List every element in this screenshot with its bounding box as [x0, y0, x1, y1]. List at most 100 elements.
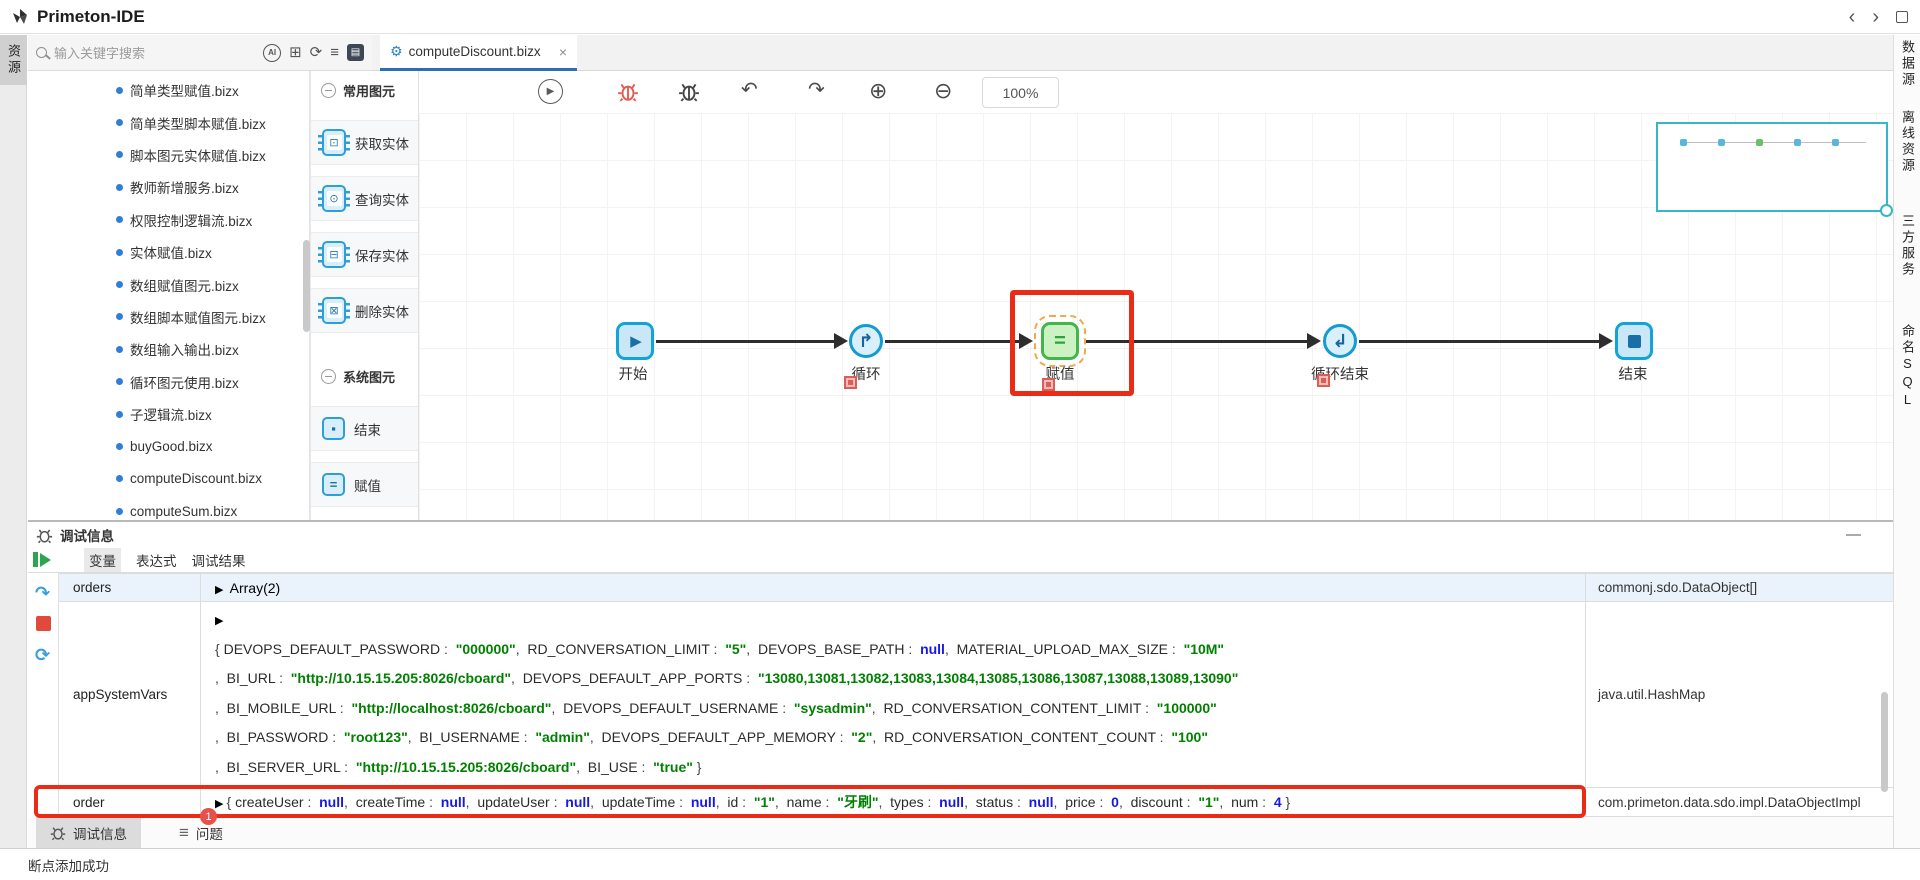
palette-item-label: 结束 [354, 419, 381, 439]
node-start[interactable]: ▶ [616, 322, 654, 360]
problems-badge: 1 [200, 808, 217, 825]
palette-item[interactable]: = 赋值 [311, 462, 418, 507]
tree-item-file[interactable]: 数组脚本赋值图元.bizx [28, 301, 309, 333]
undo-icon[interactable]: ↶ [741, 80, 758, 100]
node-start-label: 开始 [563, 363, 703, 384]
palette-item[interactable]: ⊡ 获取实体 [311, 120, 418, 165]
breakpoint-badge[interactable] [1317, 374, 1330, 387]
bottom-tab-debug-info[interactable]: 调试信息 [36, 817, 141, 848]
new-resource-icon[interactable]: ⊞ [289, 45, 302, 60]
debug-icon[interactable] [678, 79, 700, 103]
tab-variables[interactable]: 变量 [84, 548, 121, 572]
tab-debug-results[interactable]: 调试结果 [192, 550, 246, 570]
sidebar-tab-resources[interactable]: 资源 [0, 35, 27, 85]
collapse-icon[interactable] [321, 369, 336, 384]
minimize-panel-icon[interactable]: — [1846, 526, 1861, 543]
variable-value[interactable]: ▶ Array(2) [201, 574, 1586, 601]
tree-item-file[interactable]: 子逻辑流.bizx [28, 398, 309, 430]
file-bullet-icon [116, 475, 123, 482]
tree-item-file[interactable]: 简单类型脚本赋值.bizx [28, 106, 309, 138]
palette-item[interactable]: ⊠ 删除实体 [311, 288, 418, 333]
sidebar-tab-third-party-services[interactable]: 三方服务 [1894, 214, 1920, 278]
ai-icon[interactable]: AI [263, 44, 281, 62]
gear-icon: ⚙ [390, 43, 403, 60]
zoom-in-icon[interactable]: ⊕ [869, 80, 887, 102]
tree-item-file[interactable]: 权限控制逻辑流.bizx [28, 204, 309, 236]
tab-expressions[interactable]: 表达式 [136, 550, 177, 570]
back-icon[interactable]: ‹ [1849, 7, 1856, 27]
node-end-label: 结束 [1563, 363, 1703, 384]
node-loop-end[interactable]: ↲ [1323, 324, 1357, 358]
minimap[interactable] [1656, 122, 1888, 212]
tree-item-file[interactable]: computeSum.bizx [28, 495, 309, 520]
close-icon[interactable]: × [559, 44, 567, 60]
file-bullet-icon [116, 87, 123, 94]
minimap-node [1718, 139, 1725, 146]
file-bullet-icon [116, 378, 123, 385]
table-row-appSystemVars[interactable]: appSystemVars ▶{ DEVOPS_DEFAULT_PASSWORD… [59, 602, 1893, 788]
tree-scrollbar[interactable] [303, 240, 310, 332]
file-label: 权限控制逻辑流.bizx [130, 210, 252, 230]
table-row-orders[interactable]: orders ▶ Array(2) commonj.sdo.DataObject… [59, 573, 1893, 602]
refresh-icon[interactable]: ⟳ [310, 45, 323, 60]
variable-name: orders [59, 574, 201, 601]
file-bullet-icon [116, 216, 123, 223]
debug-scrollbar[interactable] [1881, 692, 1888, 792]
tree-item-file[interactable]: 循环图元使用.bizx [28, 366, 309, 398]
variable-value[interactable]: ▶{ DEVOPS_DEFAULT_PASSWORD : "000000", R… [201, 602, 1586, 787]
tab-computeDiscount[interactable]: ⚙ computeDiscount.bizx × [380, 35, 577, 71]
stop-icon[interactable] [36, 616, 51, 631]
minimap-resize-handle[interactable] [1880, 204, 1893, 217]
tree-item-file[interactable]: 实体赋值.bizx [28, 236, 309, 268]
tree-item-file[interactable]: 数组赋值图元.bizx [28, 268, 309, 300]
maximize-icon[interactable] [1896, 11, 1908, 23]
debug-tabs: 变量 表达式 调试结果 [28, 548, 1893, 573]
restart-icon[interactable]: ⟳ [35, 646, 50, 664]
title-bar: Primeton-IDE ‹ › [0, 0, 1920, 34]
canvas-toolbar: ▶ ↶ ↷ ⊕ ⊖ 100% [419, 71, 1893, 113]
minimap-node [1680, 139, 1687, 146]
flow-canvas[interactable]: ▶ ↶ ↷ ⊕ ⊖ 100% ▶ 开始 ↱ 循环 = 赋值 ↲ 循环结束 结束 [419, 71, 1893, 520]
manual-icon[interactable]: ▤ [347, 44, 364, 61]
annotation-box-order-row [34, 785, 1586, 818]
file-bullet-icon [116, 184, 123, 191]
palette-item[interactable]: ▪ 结束 [311, 406, 418, 451]
tree-item-file[interactable]: computeDiscount.bizx [28, 463, 309, 495]
palette-item[interactable]: ⊙ 查询实体 [311, 176, 418, 221]
zoom-out-icon[interactable]: ⊖ [934, 80, 952, 102]
editor-tab-bar: ⚙ computeDiscount.bizx × [372, 35, 1893, 71]
entity-chip-icon: ⊠ [322, 297, 346, 324]
annotation-box-assign [1010, 290, 1134, 396]
system-node-icon: = [322, 473, 345, 496]
resume-icon[interactable] [33, 552, 51, 567]
file-label: computeSum.bizx [130, 504, 237, 519]
node-loop[interactable]: ↱ [849, 324, 883, 358]
tree-item-file[interactable]: buyGood.bizx [28, 430, 309, 462]
sidebar-tab-named-sql[interactable]: 命名SQL [1894, 324, 1920, 410]
file-bullet-icon [116, 346, 123, 353]
explorer-header: 输入关键字搜索 AI ⊞ ⟳ ≡ ▤ [28, 35, 372, 71]
palette-section-system[interactable]: 系统图元 [311, 357, 418, 395]
zoom-level[interactable]: 100% [982, 77, 1059, 108]
search-input[interactable]: 输入关键字搜索 [54, 43, 145, 62]
stop-debug-icon[interactable] [617, 79, 639, 103]
palette-item[interactable]: ⊟ 保存实体 [311, 232, 418, 277]
tree-item-file[interactable]: 脚本图元实体赋值.bizx [28, 139, 309, 171]
file-bullet-icon [116, 151, 123, 158]
sort-icon[interactable]: ≡ [330, 45, 339, 60]
forward-icon[interactable]: › [1872, 7, 1879, 27]
breakpoint-badge[interactable] [844, 376, 857, 389]
file-label: 子逻辑流.bizx [130, 404, 212, 424]
node-end[interactable] [1615, 322, 1653, 360]
collapse-icon[interactable] [321, 83, 336, 98]
tree-item-file[interactable]: 简单类型赋值.bizx [28, 74, 309, 106]
tree-item-file[interactable]: 教师新增服务.bizx [28, 171, 309, 203]
sidebar-tab-datasource[interactable]: 数据源 [1894, 40, 1920, 88]
palette-section-common[interactable]: 常用图元 [311, 71, 418, 109]
palette-panel: 常用图元 ⊡ 获取实体 ⊙ 查询实体 ⊟ 保存实体 ⊠ 删除实体 系 [310, 71, 419, 520]
sidebar-tab-offline-resources[interactable]: 离线资源 [1894, 110, 1920, 174]
resume-debug-icon[interactable]: ▶ [538, 79, 563, 104]
step-over-icon[interactable]: ↷ [35, 584, 50, 602]
redo-icon[interactable]: ↷ [808, 80, 825, 100]
tree-item-file[interactable]: 数组输入输出.bizx [28, 333, 309, 365]
